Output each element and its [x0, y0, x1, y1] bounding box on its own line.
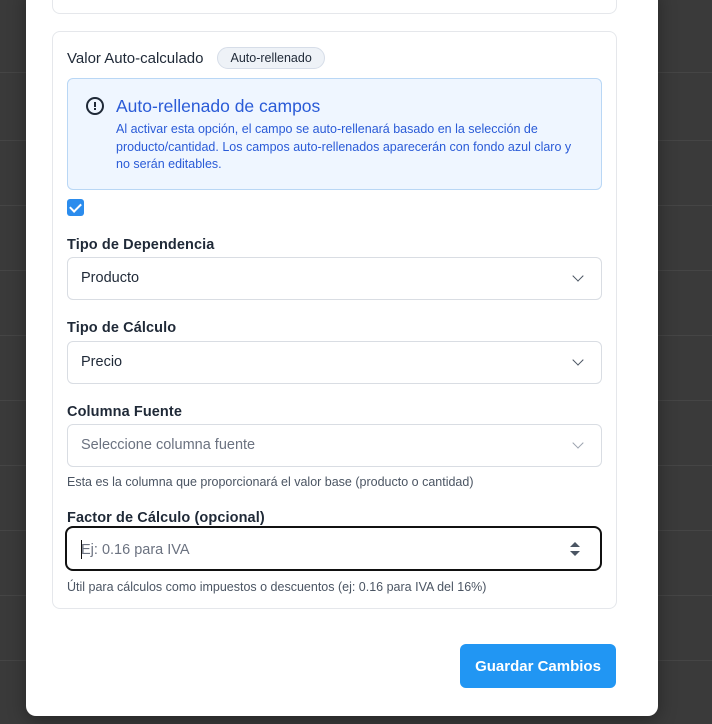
auto-fill-checkbox[interactable]: [67, 199, 84, 216]
calculation-factor-field[interactable]: [65, 526, 602, 571]
section-title: Valor Auto-calculado: [67, 49, 204, 67]
calculation-factor-input[interactable]: [79, 538, 563, 562]
alert-circle-icon: [86, 97, 104, 115]
source-column-help: Esta es la columna que proporcionará el …: [67, 475, 474, 489]
dependency-type-value: Producto: [81, 270, 140, 286]
calculation-type-value: Precio: [81, 354, 123, 370]
source-column-placeholder: Seleccione columna fuente: [81, 437, 256, 453]
info-alert-title: Auto-rellenado de campos: [116, 96, 321, 116]
source-column-select[interactable]: Seleccione columna fuente: [67, 424, 602, 467]
chevron-down-icon: [572, 437, 584, 449]
save-changes-button[interactable]: Guardar Cambios: [460, 644, 616, 688]
chevron-down-icon: [572, 270, 584, 282]
section-header: Valor Auto-calculado Auto-rellenado: [67, 47, 325, 69]
calculation-factor-help: Útil para cálculos como impuestos o desc…: [67, 580, 487, 594]
auto-calculated-section: Valor Auto-calculado Auto-rellenado Auto…: [52, 31, 617, 609]
dependency-type-select[interactable]: Producto: [67, 257, 602, 300]
calculation-type-select[interactable]: Precio: [67, 341, 602, 384]
calculation-factor-label: Factor de Cálculo (opcional): [67, 510, 265, 526]
previous-section-card: [52, 0, 617, 14]
edit-column-modal: Valor Auto-calculado Auto-rellenado Auto…: [26, 0, 658, 716]
info-alert: Auto-rellenado de campos Al activar esta…: [67, 78, 602, 190]
text-caret: [81, 540, 82, 559]
number-spinner-icon[interactable]: [570, 542, 580, 556]
chevron-down-icon: [572, 354, 584, 366]
source-column-label: Columna Fuente: [67, 404, 182, 420]
dependency-type-label: Tipo de Dependencia: [67, 237, 215, 253]
info-alert-text: Al activar esta opción, el campo se auto…: [116, 122, 572, 171]
auto-filled-badge: Auto-rellenado: [217, 47, 325, 69]
calculation-type-label: Tipo de Cálculo: [67, 320, 177, 336]
